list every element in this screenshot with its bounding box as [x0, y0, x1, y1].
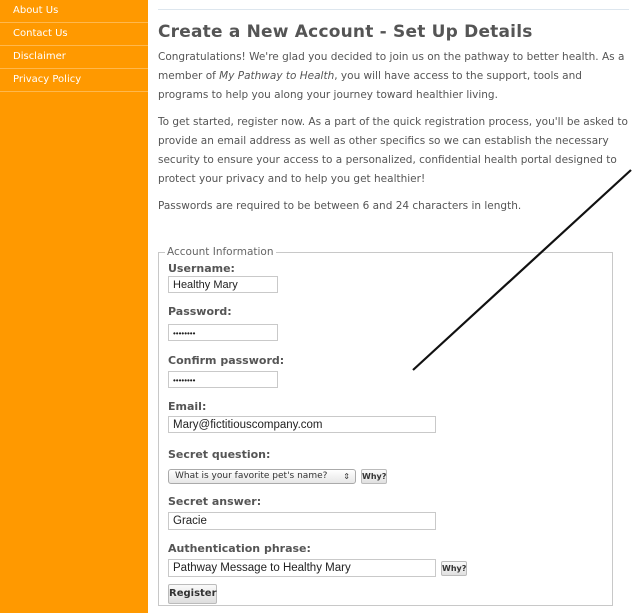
intro-paragraph: Congratulations! We're glad you decided …: [158, 48, 628, 105]
register-button[interactable]: Register: [168, 584, 217, 604]
sidebar-nav: About Us Contact Us Disclaimer Privacy P…: [0, 0, 148, 613]
main-content: Create a New Account - Set Up Details Co…: [158, 22, 628, 224]
fieldset-legend: Account Information: [167, 246, 274, 258]
password-label: Password:: [168, 305, 232, 318]
secret-answer-label: Secret answer:: [168, 495, 262, 508]
secret-answer-input[interactable]: Gracie: [168, 512, 436, 530]
register-paragraph: To get started, register now. As a part …: [158, 116, 628, 185]
select-arrows-icon: ⇕: [343, 472, 350, 481]
brand-name: My Pathway to Health: [219, 70, 335, 82]
username-label: Username:: [168, 262, 235, 275]
email-input[interactable]: Mary@fictitiouscompany.com: [168, 416, 436, 433]
auth-phrase-input[interactable]: Pathway Message to Healthy Mary: [168, 559, 436, 577]
email-label: Email:: [168, 400, 207, 413]
top-divider: [158, 9, 629, 10]
sidebar-item-contact-us[interactable]: Contact Us: [0, 23, 148, 46]
secret-question-label: Secret question:: [168, 448, 271, 461]
username-input[interactable]: Healthy Mary: [168, 276, 278, 293]
secret-question-value: What is your favorite pet's name?: [175, 471, 328, 481]
secret-question-select[interactable]: What is your favorite pet's name? ⇕: [168, 469, 356, 484]
page-title: Create a New Account - Set Up Details: [158, 22, 533, 42]
sidebar-item-disclaimer[interactable]: Disclaimer: [0, 46, 148, 69]
account-information-fieldset: Account Information Username: Healthy Ma…: [158, 246, 613, 606]
password-rule: Passwords are required to be between 6 a…: [158, 200, 522, 212]
auth-phrase-label: Authentication phrase:: [168, 542, 311, 555]
sidebar-item-privacy-policy[interactable]: Privacy Policy: [0, 69, 148, 92]
confirm-password-input[interactable]: ••••••••: [168, 371, 278, 388]
why-phrase-button[interactable]: Why?: [441, 561, 467, 576]
confirm-password-label: Confirm password:: [168, 354, 285, 367]
sidebar-item-about-us[interactable]: About Us: [0, 0, 148, 23]
password-input[interactable]: ••••••••: [168, 324, 278, 341]
why-question-button[interactable]: Why?: [361, 469, 387, 484]
